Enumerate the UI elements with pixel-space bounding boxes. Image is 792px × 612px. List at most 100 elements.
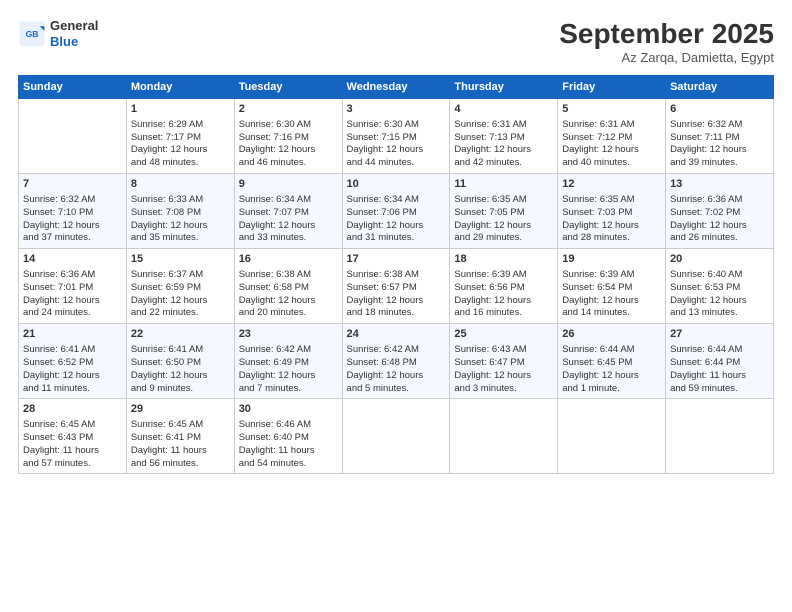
day-info: and 39 minutes.: [670, 157, 769, 170]
calendar-cell: 5Sunrise: 6:31 AMSunset: 7:12 PMDaylight…: [558, 99, 666, 174]
calendar-cell: 1Sunrise: 6:29 AMSunset: 7:17 PMDaylight…: [126, 99, 234, 174]
day-number: 8: [131, 177, 230, 192]
day-info: and 33 minutes.: [239, 232, 338, 245]
calendar-cell: [666, 399, 774, 474]
calendar-week-row: 1Sunrise: 6:29 AMSunset: 7:17 PMDaylight…: [19, 99, 774, 174]
calendar-cell: 19Sunrise: 6:39 AMSunset: 6:54 PMDayligh…: [558, 249, 666, 324]
day-number: 11: [454, 177, 553, 192]
day-info: Daylight: 12 hours: [670, 144, 769, 157]
day-number: 9: [239, 177, 338, 192]
day-info: and 29 minutes.: [454, 232, 553, 245]
day-info: and 16 minutes.: [454, 307, 553, 320]
day-info: and 26 minutes.: [670, 232, 769, 245]
calendar-body: 1Sunrise: 6:29 AMSunset: 7:17 PMDaylight…: [19, 99, 774, 474]
calendar: SundayMondayTuesdayWednesdayThursdayFrid…: [18, 75, 774, 474]
day-info: Sunrise: 6:44 AM: [562, 344, 661, 357]
calendar-cell: 9Sunrise: 6:34 AMSunset: 7:07 PMDaylight…: [234, 174, 342, 249]
day-info: Sunset: 6:59 PM: [131, 282, 230, 295]
day-info: and 14 minutes.: [562, 307, 661, 320]
day-info: Sunset: 7:16 PM: [239, 132, 338, 145]
day-info: Daylight: 12 hours: [131, 144, 230, 157]
day-info: and 40 minutes.: [562, 157, 661, 170]
calendar-cell: 25Sunrise: 6:43 AMSunset: 6:47 PMDayligh…: [450, 324, 558, 399]
calendar-cell: 8 Sunrise: 6:33 AMSunset: 7:08 PMDaylight…: [126, 174, 234, 249]
day-number: 29: [131, 402, 230, 417]
day-info: Daylight: 12 hours: [562, 220, 661, 233]
day-info: Daylight: 11 hours: [23, 445, 122, 458]
calendar-cell: 12Sunrise: 6:35 AMSunset: 7:03 PMDayligh…: [558, 174, 666, 249]
calendar-cell: 3Sunrise: 6:30 AMSunset: 7:15 PMDaylight…: [342, 99, 450, 174]
day-info: Sunrise: 6:46 AM: [239, 419, 338, 432]
day-number: 28: [23, 402, 122, 417]
calendar-cell: 20Sunrise: 6:40 AMSunset: 6:53 PMDayligh…: [666, 249, 774, 324]
logo-icon: GB: [18, 20, 46, 48]
day-info: Sunset: 6:48 PM: [347, 357, 446, 370]
day-info: Daylight: 12 hours: [562, 144, 661, 157]
day-info: Sunset: 6:53 PM: [670, 282, 769, 295]
day-info: and 24 minutes.: [23, 307, 122, 320]
day-info: Sunset: 6:52 PM: [23, 357, 122, 370]
day-info: Daylight: 12 hours: [131, 370, 230, 383]
day-info: and 5 minutes.: [347, 383, 446, 396]
calendar-cell: 22Sunrise: 6:41 AMSunset: 6:50 PMDayligh…: [126, 324, 234, 399]
calendar-cell: 24Sunrise: 6:42 AMSunset: 6:48 PMDayligh…: [342, 324, 450, 399]
day-number: 15: [131, 252, 230, 267]
day-info: Sunrise: 6:33 AM: [131, 194, 230, 207]
day-number: 5: [562, 102, 661, 117]
day-info: and 35 minutes.: [131, 232, 230, 245]
day-info: Sunset: 7:07 PM: [239, 207, 338, 220]
calendar-cell: [558, 399, 666, 474]
day-info: Sunrise: 6:39 AM: [562, 269, 661, 282]
day-info: Daylight: 12 hours: [239, 144, 338, 157]
day-info: Sunset: 7:02 PM: [670, 207, 769, 220]
day-number: 12: [562, 177, 661, 192]
calendar-cell: 21Sunrise: 6:41 AMSunset: 6:52 PMDayligh…: [19, 324, 127, 399]
day-info: Sunset: 7:01 PM: [23, 282, 122, 295]
day-number: 30: [239, 402, 338, 417]
day-info: Sunrise: 6:32 AM: [670, 119, 769, 132]
day-info: Daylight: 12 hours: [562, 295, 661, 308]
day-info: Sunset: 7:10 PM: [23, 207, 122, 220]
calendar-cell: [450, 399, 558, 474]
day-info: Sunset: 6:41 PM: [131, 432, 230, 445]
day-info: Sunrise: 6:30 AM: [239, 119, 338, 132]
logo: GB General Blue: [18, 18, 98, 49]
calendar-cell: 10Sunrise: 6:34 AMSunset: 7:06 PMDayligh…: [342, 174, 450, 249]
day-info: Sunset: 6:43 PM: [23, 432, 122, 445]
calendar-cell: 7Sunrise: 6:32 AMSunset: 7:10 PMDaylight…: [19, 174, 127, 249]
day-number: 7: [23, 177, 122, 192]
calendar-week-row: 14Sunrise: 6:36 AMSunset: 7:01 PMDayligh…: [19, 249, 774, 324]
calendar-header: SundayMondayTuesdayWednesdayThursdayFrid…: [19, 76, 774, 99]
day-info: Sunset: 6:50 PM: [131, 357, 230, 370]
day-info: Sunrise: 6:45 AM: [23, 419, 122, 432]
day-number: 16: [239, 252, 338, 267]
day-info: Daylight: 12 hours: [131, 220, 230, 233]
day-info: Sunset: 6:57 PM: [347, 282, 446, 295]
day-info: Daylight: 12 hours: [131, 295, 230, 308]
calendar-cell: 17Sunrise: 6:38 AMSunset: 6:57 PMDayligh…: [342, 249, 450, 324]
day-info: Sunset: 6:45 PM: [562, 357, 661, 370]
calendar-cell: 23Sunrise: 6:42 AMSunset: 6:49 PMDayligh…: [234, 324, 342, 399]
day-info: Sunrise: 6:42 AM: [239, 344, 338, 357]
day-info: Sunrise: 6:34 AM: [347, 194, 446, 207]
weekday-header: Wednesday: [342, 76, 450, 99]
day-info: and 44 minutes.: [347, 157, 446, 170]
day-info: Sunset: 6:56 PM: [454, 282, 553, 295]
day-info: Daylight: 12 hours: [23, 220, 122, 233]
day-info: Sunset: 7:15 PM: [347, 132, 446, 145]
day-number: 3: [347, 102, 446, 117]
day-info: Daylight: 11 hours: [131, 445, 230, 458]
day-number: 25: [454, 327, 553, 342]
day-info: Daylight: 12 hours: [239, 370, 338, 383]
calendar-cell: 30Sunrise: 6:46 AMSunset: 6:40 PMDayligh…: [234, 399, 342, 474]
calendar-cell: [19, 99, 127, 174]
day-number: 18: [454, 252, 553, 267]
day-number: 24: [347, 327, 446, 342]
calendar-week-row: 28Sunrise: 6:45 AMSunset: 6:43 PMDayligh…: [19, 399, 774, 474]
weekday-header: Monday: [126, 76, 234, 99]
day-number: 17: [347, 252, 446, 267]
calendar-cell: 11Sunrise: 6:35 AMSunset: 7:05 PMDayligh…: [450, 174, 558, 249]
day-info: Sunset: 6:58 PM: [239, 282, 338, 295]
day-info: Sunset: 7:08 PM: [131, 207, 230, 220]
day-number: 19: [562, 252, 661, 267]
